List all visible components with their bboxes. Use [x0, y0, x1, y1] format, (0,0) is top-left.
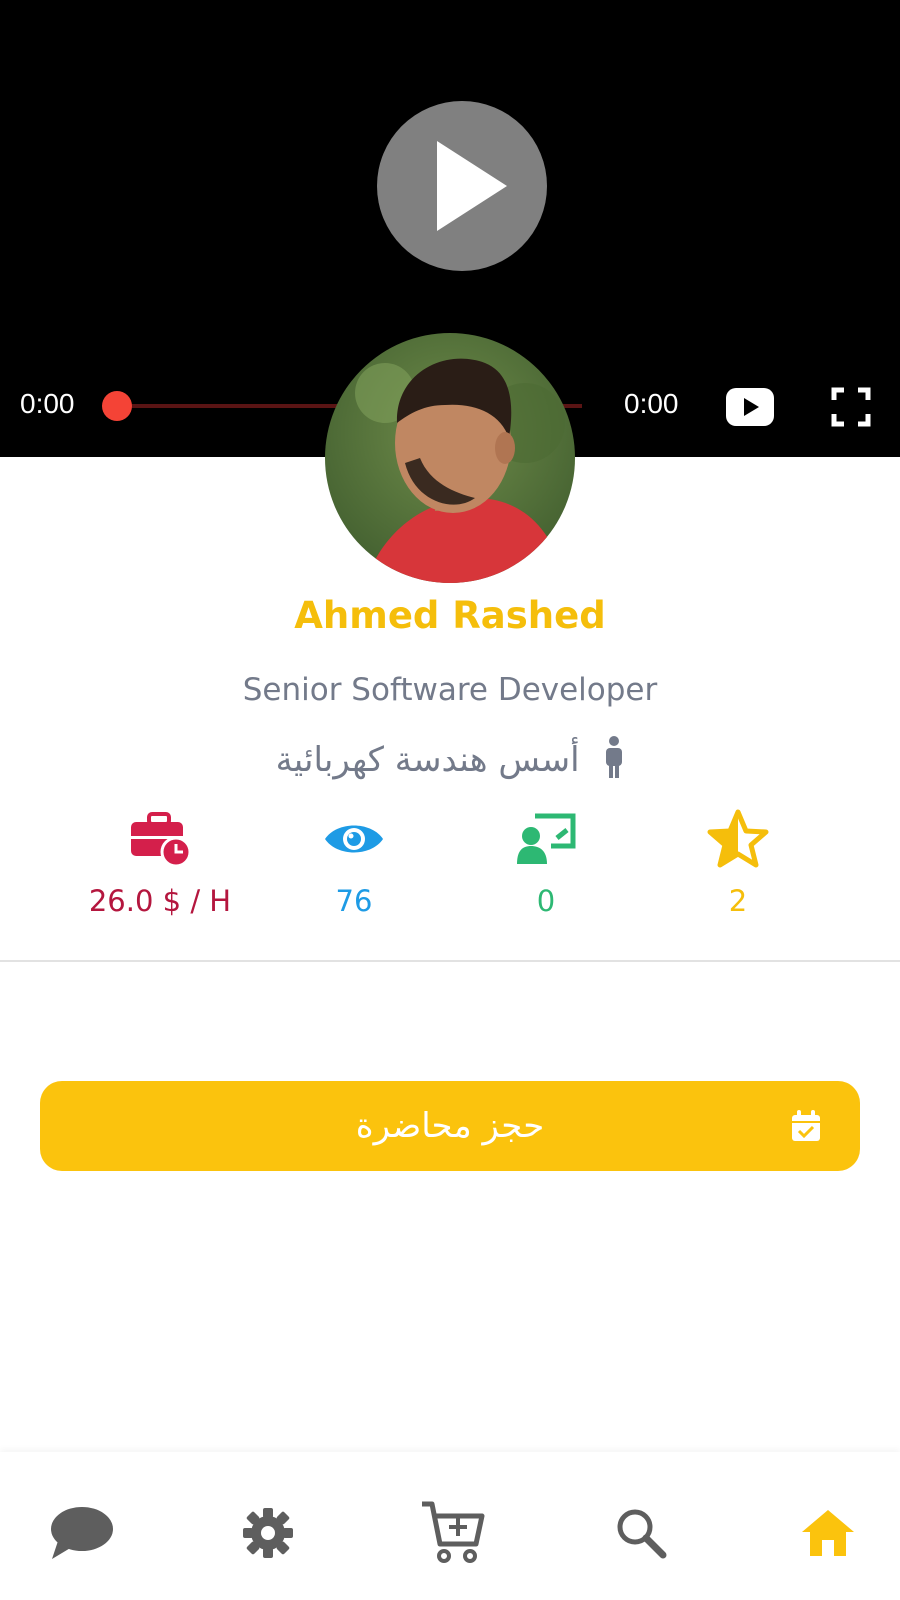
play-icon	[437, 141, 507, 231]
nav-chat[interactable]	[46, 1498, 116, 1568]
stat-rating: 2	[648, 808, 828, 918]
avatar	[325, 333, 575, 583]
bottom-navigation	[0, 1452, 900, 1600]
lessons-value: 0	[536, 884, 556, 918]
duration-time: 0:00	[624, 388, 679, 419]
play-button[interactable]	[377, 101, 547, 271]
tutor-title: Senior Software Developer	[242, 672, 658, 708]
search-icon	[617, 1509, 667, 1559]
calendar-check-icon	[790, 1109, 822, 1152]
hourly-rate-value: 26.0 $ / H	[88, 884, 232, 918]
stat-lessons: 0	[456, 808, 636, 918]
book-lecture-label: حجز محاضرة	[355, 1106, 545, 1146]
person-icon	[604, 736, 624, 787]
views-value: 76	[335, 884, 373, 918]
star-half-icon	[707, 809, 769, 868]
current-time: 0:00	[20, 388, 75, 419]
divider	[0, 960, 900, 962]
rating-value: 2	[728, 884, 748, 918]
department-label: أسس هندسة كهربائية	[275, 740, 580, 780]
stat-hourly-rate: 26.0 $ / H	[70, 808, 250, 918]
nav-home[interactable]	[793, 1498, 863, 1568]
settings-icon	[243, 1508, 293, 1558]
briefcase-clock-icon	[131, 812, 191, 866]
eye-icon	[325, 825, 383, 853]
fullscreen-button[interactable]	[830, 386, 872, 428]
progress-thumb[interactable]	[102, 391, 132, 421]
fullscreen-icon	[831, 387, 871, 427]
add-to-cart-icon	[422, 1501, 485, 1563]
chat-icon	[51, 1507, 113, 1559]
book-lecture-button[interactable]: حجز محاضرة	[40, 1081, 860, 1171]
nav-cart[interactable]	[418, 1498, 488, 1568]
youtube-icon	[726, 388, 774, 426]
teacher-icon	[517, 813, 576, 864]
stat-views: 76	[264, 808, 444, 918]
nav-settings[interactable]	[233, 1498, 303, 1568]
home-icon	[802, 1510, 854, 1556]
nav-search[interactable]	[606, 1498, 676, 1568]
tutor-department: أسس هندسة كهربائية	[0, 736, 900, 787]
tutor-name: Ahmed Rashed	[294, 594, 606, 637]
youtube-button[interactable]	[724, 386, 776, 428]
